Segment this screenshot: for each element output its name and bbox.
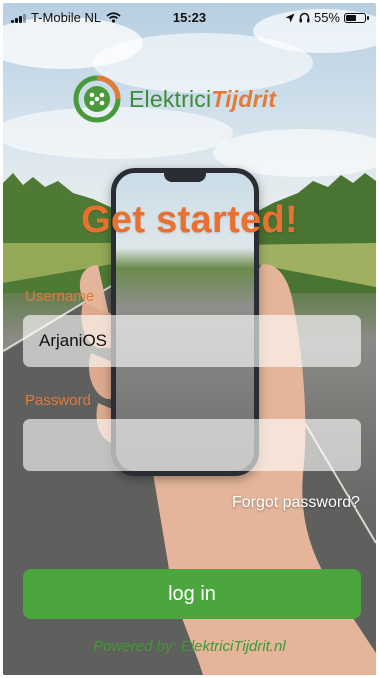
login-button[interactable]: log in [23,569,361,619]
ev-plug-logo-icon [73,75,121,123]
password-label: Password [25,392,91,409]
battery-level [346,14,356,21]
username-label: Username [25,288,95,305]
battery-icon [344,12,369,23]
login-screen: T-Mobile NL 15:23 55% ElektriciTijdrit G… [3,3,376,675]
logo-text-part2: Tijdrit [211,85,277,112]
headphones-icon [299,12,310,23]
location-arrow-icon [285,13,295,22]
password-input[interactable] [23,419,361,471]
app-logo: ElektriciTijdrit [73,75,276,123]
status-right: 55% [285,10,369,25]
username-input[interactable] [23,315,361,367]
logo-wordmark: ElektriciTijdrit [129,86,276,113]
phone-notch [164,173,206,182]
status-bar: T-Mobile NL 15:23 55% [3,3,376,33]
forgot-password-link[interactable]: Forgot password? [232,494,360,512]
page-title: Get started! [81,199,298,241]
logo-text-part1: Elektrici [129,85,212,112]
battery-percent: 55% [313,10,340,25]
powered-by-footer: Powered by: ElektriciTijdrit.nl [93,638,286,655]
